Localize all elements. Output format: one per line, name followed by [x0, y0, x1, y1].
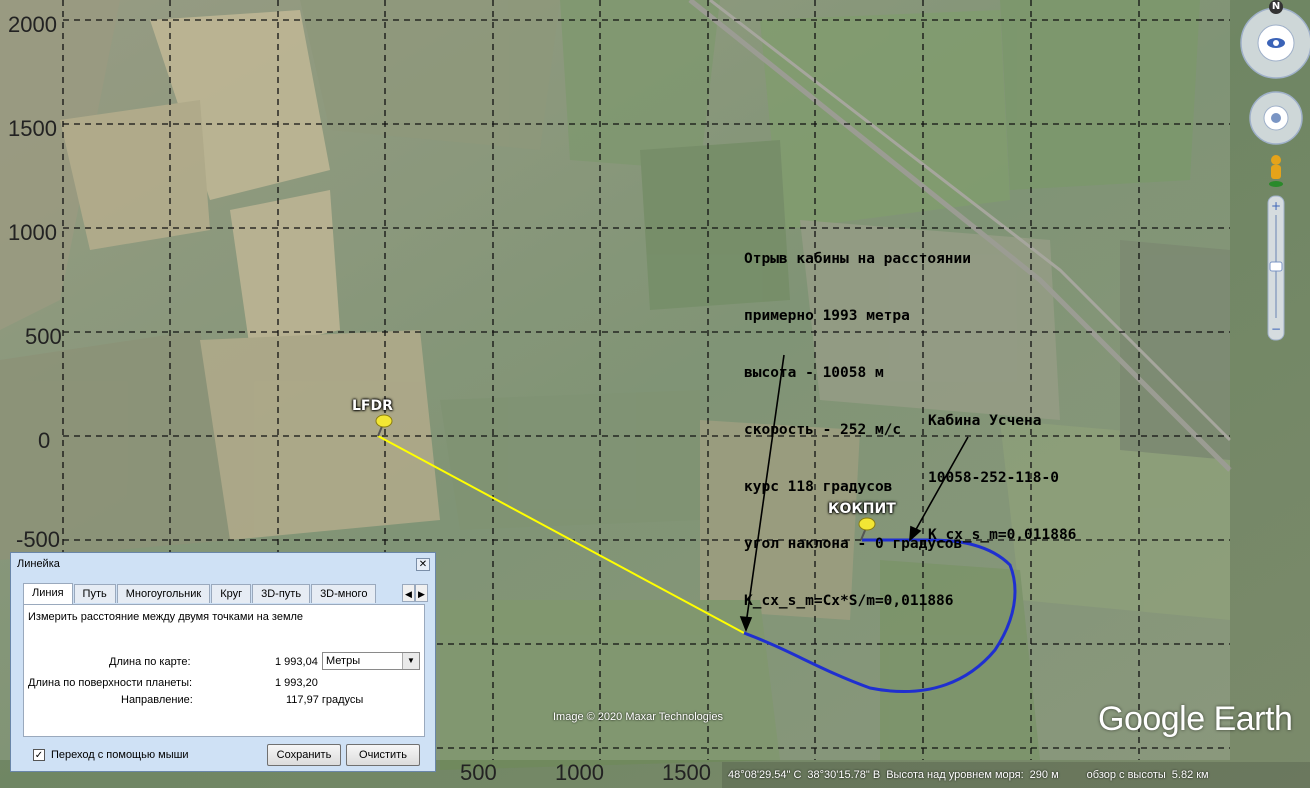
heading-value: 117,97 градусы [286, 694, 364, 706]
elevation-value: 290 м [1029, 769, 1059, 781]
close-icon[interactable]: ✕ [416, 558, 430, 571]
tab-3d-polygon[interactable]: 3D-много [311, 584, 377, 603]
eye-altitude-value: 5.82 км [1171, 769, 1209, 781]
eye-altitude-label: обзор с высоты [1086, 769, 1166, 781]
ruler-dialog[interactable]: Линейка ✕ Линия Путь Многоугольник Круг … [10, 552, 436, 772]
zoom-thumb [1269, 261, 1283, 272]
move-control[interactable] [1249, 91, 1303, 145]
ground-length-label: Длина по поверхности планеты: [28, 677, 193, 689]
map-length-value: 1 993,04 [275, 656, 318, 668]
y-axis-label: 1500 [8, 116, 57, 141]
imagery-credit: Image © 2020 Maxar Technologies [553, 711, 723, 723]
tab-circle[interactable]: Круг [211, 584, 252, 603]
status-bar: 48°08'29.54" С 38°30'15.78" В Высота над… [722, 762, 1310, 788]
y-axis-label: 500 [25, 324, 62, 349]
latitude-readout: 48°08'29.54" С [728, 769, 802, 781]
save-button[interactable]: Сохранить [267, 744, 341, 766]
tab-line[interactable]: Линия [23, 583, 73, 604]
mouse-navigation-label: Переход с помощью мыши [51, 749, 189, 761]
units-value: Метры [326, 655, 361, 667]
elevation-label: Высота над уровнем моря: [886, 769, 1024, 781]
dialog-title: Линейка [17, 558, 60, 570]
ruler-tabs: Линия Путь Многоугольник Круг 3D-путь 3D… [23, 583, 377, 604]
longitude-readout: 38°30'15.78" В [807, 769, 881, 781]
map-length-label: Длина по карте: [109, 656, 191, 668]
north-indicator[interactable]: N [1268, 0, 1284, 14]
street-view-pegman-icon[interactable] [1269, 155, 1283, 187]
y-axis-label: 0 [38, 428, 51, 453]
cockpit-annotation: Кабина Усчена 10058-252-118-0 K_cx_s_m=0… [928, 413, 1077, 543]
lfdr-pin-label[interactable]: LFDR [352, 398, 393, 414]
tab-scroll-right-icon[interactable]: ▶ [415, 584, 428, 602]
mouse-navigation-checkbox[interactable]: ✓ [33, 749, 45, 761]
zoom-out-icon: − [1271, 322, 1281, 336]
tab-panel [23, 604, 425, 737]
x-axis-label: 1000 [555, 760, 604, 785]
units-select[interactable]: Метры ▼ [322, 652, 420, 670]
x-axis-label: 1500 [662, 760, 711, 785]
zoom-in-icon: + [1271, 199, 1281, 213]
y-axis-label: 2000 [8, 12, 57, 37]
tab-polygon[interactable]: Многоугольник [116, 584, 211, 603]
tab-scroll: ◀ ▶ [402, 584, 428, 602]
tab-path[interactable]: Путь [73, 584, 116, 603]
y-axis-label: -500 [16, 527, 61, 552]
chevron-down-icon[interactable]: ▼ [402, 653, 419, 669]
x-axis-label: 500 [460, 760, 497, 785]
tab-3d-path[interactable]: 3D-путь [252, 584, 311, 603]
zoom-slider[interactable]: + − [1267, 195, 1285, 341]
ground-length-value: 1 993,20 [275, 677, 318, 689]
tool-description: Измерить расстояние между двумя точками … [28, 611, 304, 623]
google-earth-logo: Google Earth [1098, 700, 1293, 738]
heading-label: Направление: [121, 694, 193, 706]
clear-button[interactable]: Очистить [346, 744, 420, 766]
tab-scroll-left-icon[interactable]: ◀ [402, 584, 415, 602]
y-axis-label: 1000 [8, 220, 57, 245]
